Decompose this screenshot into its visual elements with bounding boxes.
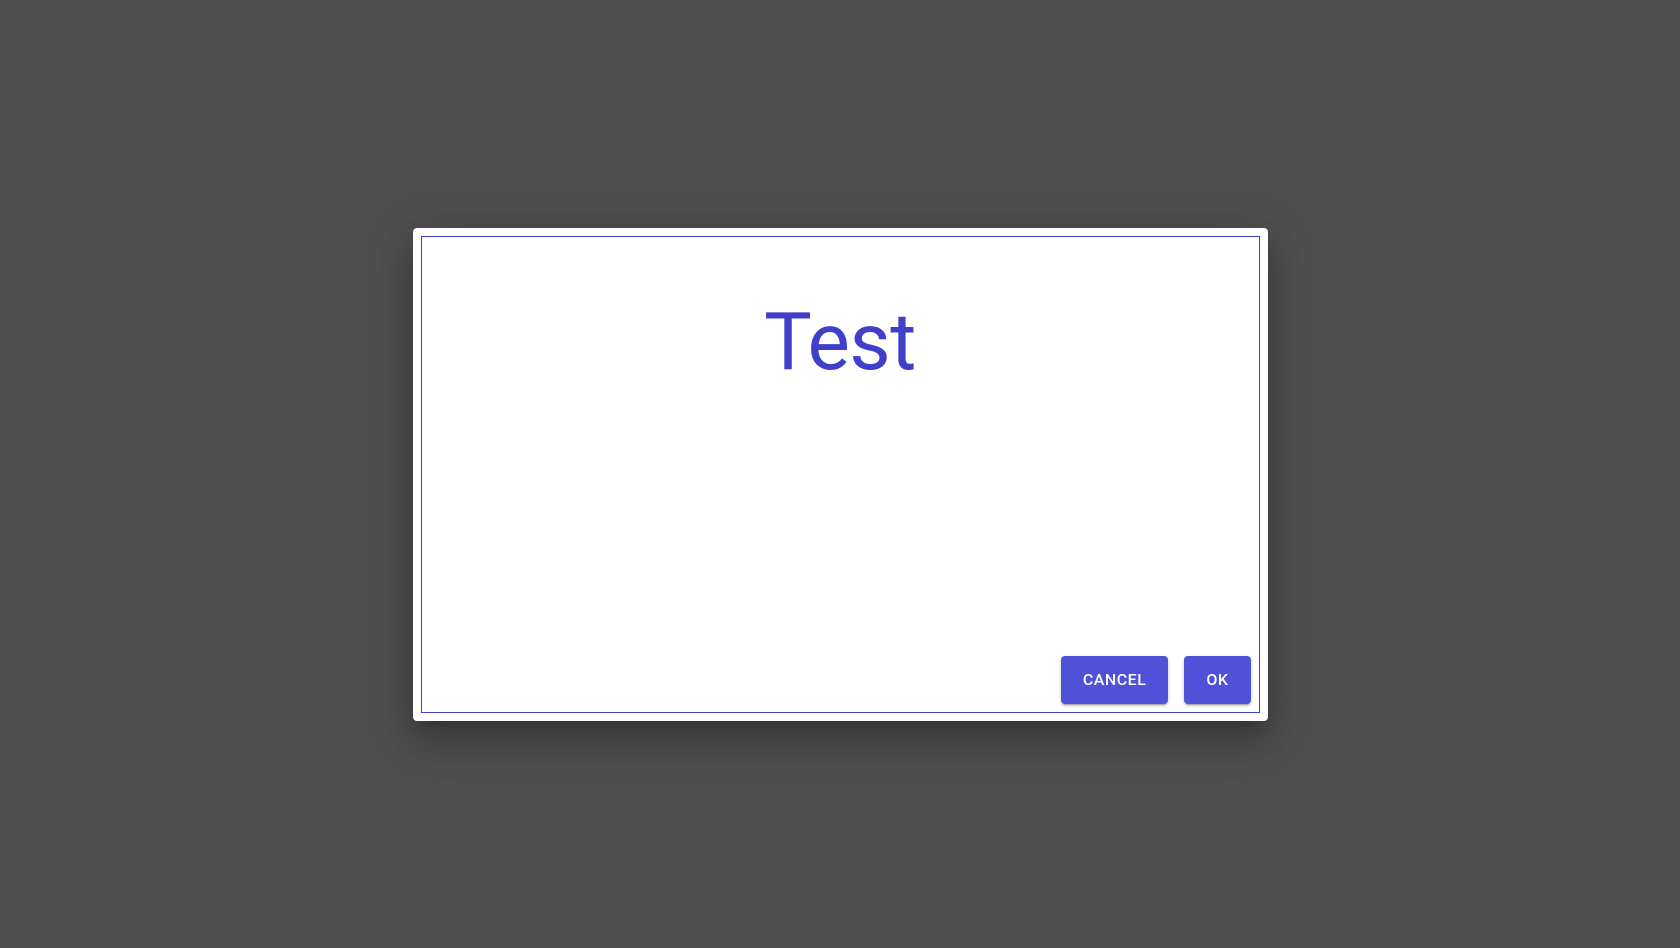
ok-button[interactable]: OK [1184,656,1250,704]
dialog-actions: CANCEL OK [1061,656,1251,704]
dialog: Test CANCEL OK [413,228,1268,721]
dialog-title: Test [422,295,1259,389]
cancel-button[interactable]: CANCEL [1061,656,1169,704]
dialog-inner: Test CANCEL OK [421,236,1260,713]
